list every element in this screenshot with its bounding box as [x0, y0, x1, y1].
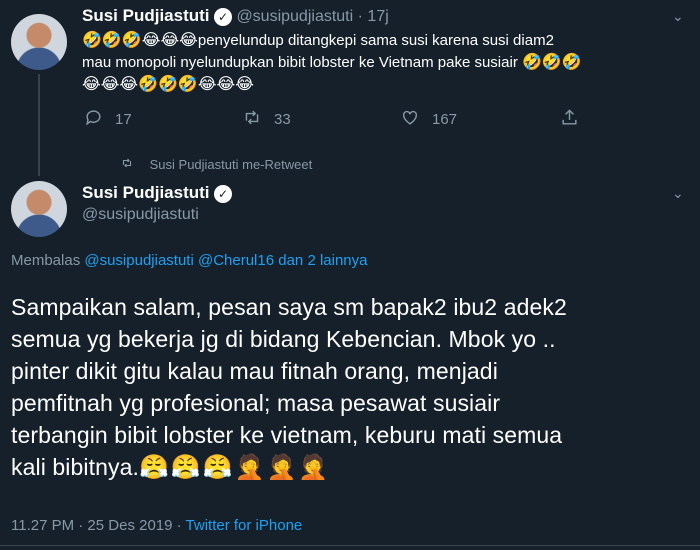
- author-handle[interactable]: @susipudjiastuti: [236, 8, 353, 25]
- retweet-note: Susi Pudjiastuti me-Retweet: [120, 157, 312, 172]
- share-button[interactable]: [560, 108, 579, 130]
- tweet1-text: 🤣🤣🤣😂😂😂penyelundup ditangkepi sama susi k…: [82, 30, 692, 96]
- tweet1-line-b: mau monopoli nyelundupkan bibit lobster …: [82, 54, 518, 71]
- author-handle[interactable]: @susipudjiastuti: [82, 206, 232, 224]
- reply-context: Membalas @susipudjiastuti @Cherul16 dan …: [11, 252, 367, 269]
- author-name[interactable]: Susi Pudjiastuti: [82, 183, 210, 202]
- tweet-time[interactable]: · 17j: [358, 8, 389, 25]
- retweet-icon: [242, 108, 262, 130]
- verified-icon: ✓: [213, 184, 232, 203]
- emoji-tail-1: 🤣🤣🤣: [522, 54, 582, 71]
- tweet1-line-a: penyelundup ditangkepi sama susi karena …: [197, 32, 554, 49]
- body-line: Sampaikan salam, pesan saya sm bapak2 ib…: [11, 294, 567, 320]
- heart-icon: [400, 108, 420, 130]
- body-line: pemfitnah yg profesional; masa pesawat s…: [11, 390, 501, 416]
- reply-prefix: Membalas: [11, 252, 85, 269]
- reply-button[interactable]: 17: [84, 108, 132, 130]
- retweet-small-icon: [120, 157, 138, 172]
- tweet2-body: Sampaikan salam, pesan saya sm bapak2 ib…: [11, 291, 691, 483]
- retweet-button[interactable]: 33: [242, 108, 291, 130]
- tweet-timestamp: 11.27 PM · 25 Des 2019 · Twitter for iPh…: [11, 517, 302, 534]
- chevron-down-icon[interactable]: ⌄: [672, 8, 684, 25]
- retweet-count: 33: [274, 110, 291, 128]
- like-button[interactable]: 167: [400, 108, 457, 130]
- body-line: pinter dikit gitu kalau mau fitnah orang…: [11, 358, 498, 384]
- like-count: 167: [432, 110, 458, 128]
- tweet1-header: Susi Pudjiastuti ✓ @susipudjiastuti · 17…: [82, 6, 389, 26]
- reply-icon: [84, 108, 103, 130]
- share-icon: [560, 108, 579, 130]
- timestamp-text[interactable]: 11.27 PM · 25 Des 2019 ·: [11, 517, 186, 534]
- divider: [0, 545, 700, 546]
- emoji-tail-2: 😂😂😂🤣🤣🤣😂😂😂: [82, 76, 254, 93]
- body-line: semua yg bekerja jg di bidang Kebencian.…: [11, 326, 556, 352]
- emoji-lead: 🤣🤣🤣😂😂😂: [82, 32, 198, 49]
- reply-count: 17: [115, 110, 132, 128]
- body-last-line: kali bibitnya.: [11, 454, 139, 480]
- reply-mentions[interactable]: @susipudjiastuti @Cherul16: [84, 252, 274, 269]
- author-name[interactable]: Susi Pudjiastuti: [82, 6, 210, 25]
- source-link[interactable]: Twitter for iPhone: [186, 517, 303, 534]
- verified-icon: ✓: [213, 7, 232, 26]
- body-line: terbangin bibit lobster ke vietnam, kebu…: [11, 422, 563, 448]
- reply-others-link[interactable]: dan 2 lainnya: [274, 252, 367, 269]
- avatar[interactable]: [11, 14, 67, 70]
- tweet2-header: Susi Pudjiastuti ✓ @susipudjiastuti: [82, 183, 232, 224]
- retweet-note-text[interactable]: Susi Pudjiastuti me-Retweet: [150, 157, 313, 172]
- avatar[interactable]: [11, 181, 67, 237]
- chevron-down-icon[interactable]: ⌄: [672, 185, 684, 202]
- thread-line: [38, 74, 40, 176]
- body-emoji: 😤😤😤🤦🤦🤦: [138, 454, 331, 481]
